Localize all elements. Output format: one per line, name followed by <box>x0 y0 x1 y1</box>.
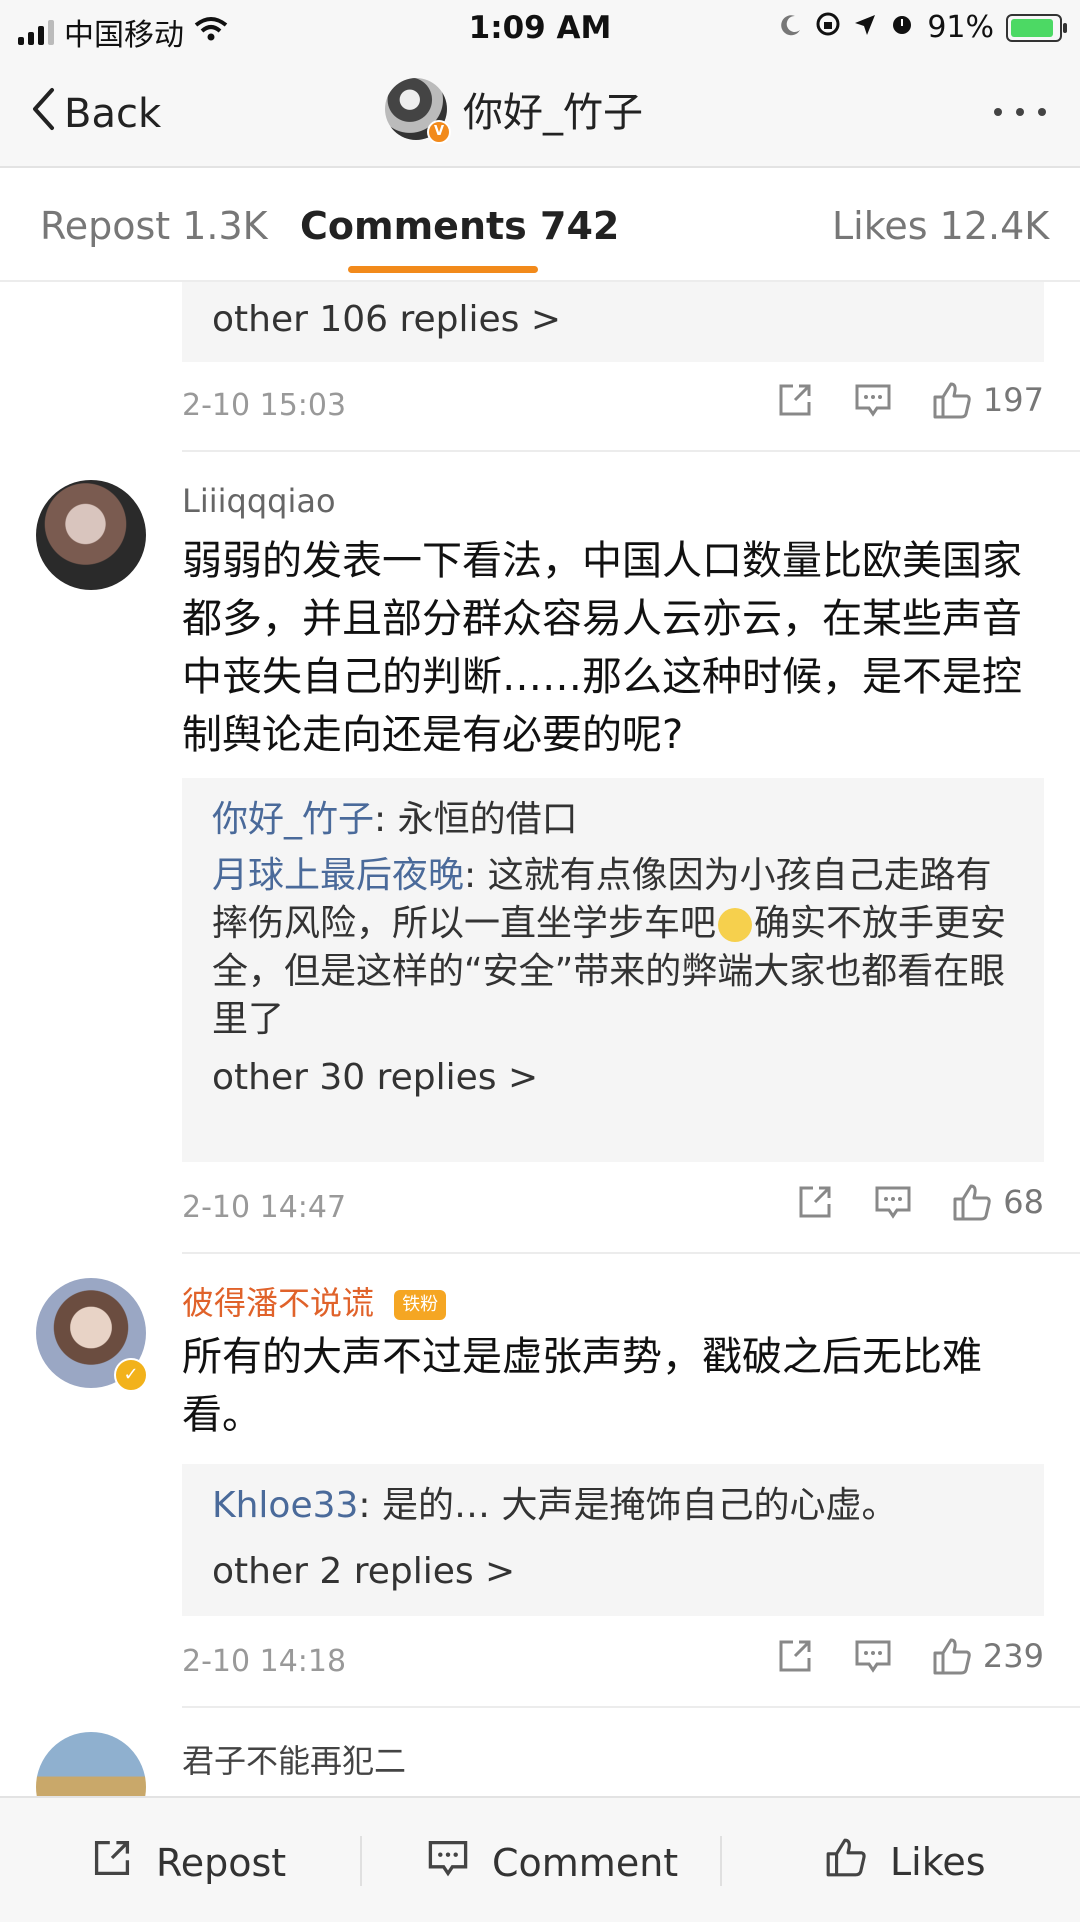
repost-button[interactable] <box>775 1636 815 1676</box>
like-count: 68 <box>1003 1183 1044 1221</box>
like-count: 197 <box>982 381 1044 419</box>
verified-badge-icon: ✓ <box>114 1358 148 1392</box>
thumbs-up-icon <box>824 1836 868 1887</box>
comment-date: 2-10 14:18 <box>182 1644 347 1679</box>
repost-button[interactable] <box>795 1182 835 1222</box>
reply-username[interactable]: Khloe33 <box>212 1485 358 1526</box>
more-replies-link[interactable]: other 106 replies > <box>212 296 561 344</box>
divider <box>182 1706 1080 1708</box>
reply-box: 你好_竹子: 永恒的借口 月球上最后夜晚: 这就有点像因为小孩自己走路有摔伤风险… <box>182 778 1044 1162</box>
comment-meta: 2-10 14:18 239 <box>182 1636 1044 1696</box>
repost-button[interactable] <box>775 380 815 420</box>
reply-item: Khloe33: 是的… 大声是掩饰自己的心虚。 other 2 replies… <box>212 1482 1022 1596</box>
bottom-comment-button[interactable]: Comment <box>426 1836 678 1889</box>
comment-actions: 197 <box>775 380 1044 420</box>
user-avatar[interactable] <box>36 480 146 590</box>
comment-actions: 68 <box>795 1182 1044 1222</box>
back-label: Back <box>64 91 162 137</box>
separator <box>360 1836 362 1886</box>
like-button[interactable]: 197 <box>931 380 1044 420</box>
battery-percent: 91% <box>927 10 994 45</box>
battery-icon <box>1006 13 1067 42</box>
separator <box>720 1836 722 1886</box>
tab-likes[interactable]: Likes 12.4K <box>832 204 1049 248</box>
comment-meta: 2-10 15:03 197 <box>182 380 1044 440</box>
comment-button[interactable] <box>853 1636 893 1676</box>
tab-comments[interactable]: Comments 742 <box>300 204 619 248</box>
reply-username[interactable]: 你好_竹子 <box>212 799 374 840</box>
chevron-left-icon <box>30 86 56 142</box>
share-icon <box>90 1836 134 1889</box>
status-bar: 中国移动 1:09 AM 91% <box>0 0 1080 56</box>
fan-badge: 铁粉 <box>394 1290 447 1320</box>
thumbs-up-icon <box>931 380 973 420</box>
comment-username-label[interactable]: 彼得潘不说谎 <box>182 1284 374 1322</box>
comment-icon <box>853 1636 893 1676</box>
comment-icon <box>853 380 893 420</box>
bottom-comment-label: Comment <box>492 1840 679 1885</box>
bottom-repost-label: Repost <box>156 1840 287 1885</box>
more-replies-link[interactable]: other 30 replies > <box>212 1054 1022 1102</box>
comment-button[interactable] <box>853 380 893 420</box>
reply-box: Khloe33: 是的… 大声是掩饰自己的心虚。 other 2 replies… <box>182 1464 1044 1616</box>
comment-username: 彼得潘不说谎 铁粉 <box>182 1278 447 1324</box>
reply-username[interactable]: 月球上最后夜晚 <box>212 855 464 896</box>
nav-bar: Back V 你好_竹子 <box>0 56 1080 168</box>
more-replies-link[interactable]: other 2 replies > <box>212 1548 1022 1596</box>
active-tab-indicator <box>348 266 538 273</box>
comment-icon <box>426 1836 470 1889</box>
like-button[interactable]: 68 <box>951 1182 1044 1222</box>
page-title: 你好_竹子 <box>463 90 643 136</box>
like-button[interactable]: 239 <box>931 1636 1044 1676</box>
thumbs-up-icon <box>951 1182 993 1222</box>
comment-username[interactable]: 君子不能再犯二 <box>182 1736 406 1782</box>
divider <box>182 1252 1080 1254</box>
divider <box>182 450 1080 452</box>
tab-repost[interactable]: Repost 1.3K <box>40 204 268 248</box>
reply-box: other 106 replies > <box>182 282 1044 362</box>
profile-header[interactable]: V 你好_竹子 <box>385 78 643 144</box>
comments-list: other 106 replies > 2-10 15:03 197 Liiiq… <box>0 282 1080 1796</box>
comment-text: 所有的大声不过是虚张声势，戳破之后无比难看。 <box>182 1334 982 1438</box>
thumbs-up-icon <box>931 1636 973 1676</box>
comment-button[interactable] <box>873 1182 913 1222</box>
back-button[interactable]: Back <box>30 86 161 142</box>
like-count: 239 <box>982 1637 1044 1675</box>
bottom-action-bar: Repost Comment Likes <box>0 1796 1080 1922</box>
comment-date: 2-10 15:03 <box>182 388 347 423</box>
rotation-lock-icon <box>815 10 841 45</box>
more-options-icon[interactable] <box>994 108 1046 116</box>
reply-item: 你好_竹子: 永恒的借口 月球上最后夜晚: 这就有点像因为小孩自己走路有摔伤风险… <box>212 796 1022 1102</box>
share-icon <box>775 380 815 420</box>
comment-actions: 239 <box>775 1636 1044 1676</box>
comment-meta: 2-10 14:47 68 <box>182 1182 1044 1242</box>
share-icon <box>795 1182 835 1222</box>
bottom-like-button[interactable]: Likes <box>824 1836 986 1887</box>
profile-avatar[interactable]: V <box>385 78 451 144</box>
bottom-likes-label: Likes <box>890 1839 986 1884</box>
moon-icon <box>779 10 803 45</box>
thinking-emoji-icon <box>718 908 753 942</box>
reply-text: : 是的… 大声是掩饰自己的心虚。 <box>358 1485 898 1526</box>
alarm-icon <box>889 10 915 45</box>
user-avatar[interactable] <box>36 1732 146 1796</box>
comment-username[interactable]: Liiiqqqiao <box>182 482 336 520</box>
status-right: 91% <box>779 10 1067 45</box>
comment-date: 2-10 14:47 <box>182 1190 347 1225</box>
verified-badge: V <box>427 120 451 144</box>
reply-text: : 永恒的借口 <box>374 799 578 840</box>
share-icon <box>775 1636 815 1676</box>
tab-bar: Repost 1.3K Comments 742 Likes 12.4K <box>0 168 1080 282</box>
comment-text: 弱弱的发表一下看法，中国人口数量比欧美国家都多，并且部分群众容易人云亦云，在某些… <box>182 538 1022 758</box>
bottom-repost-button[interactable]: Repost <box>90 1836 286 1889</box>
comment-icon <box>873 1182 913 1222</box>
location-icon <box>853 10 877 45</box>
